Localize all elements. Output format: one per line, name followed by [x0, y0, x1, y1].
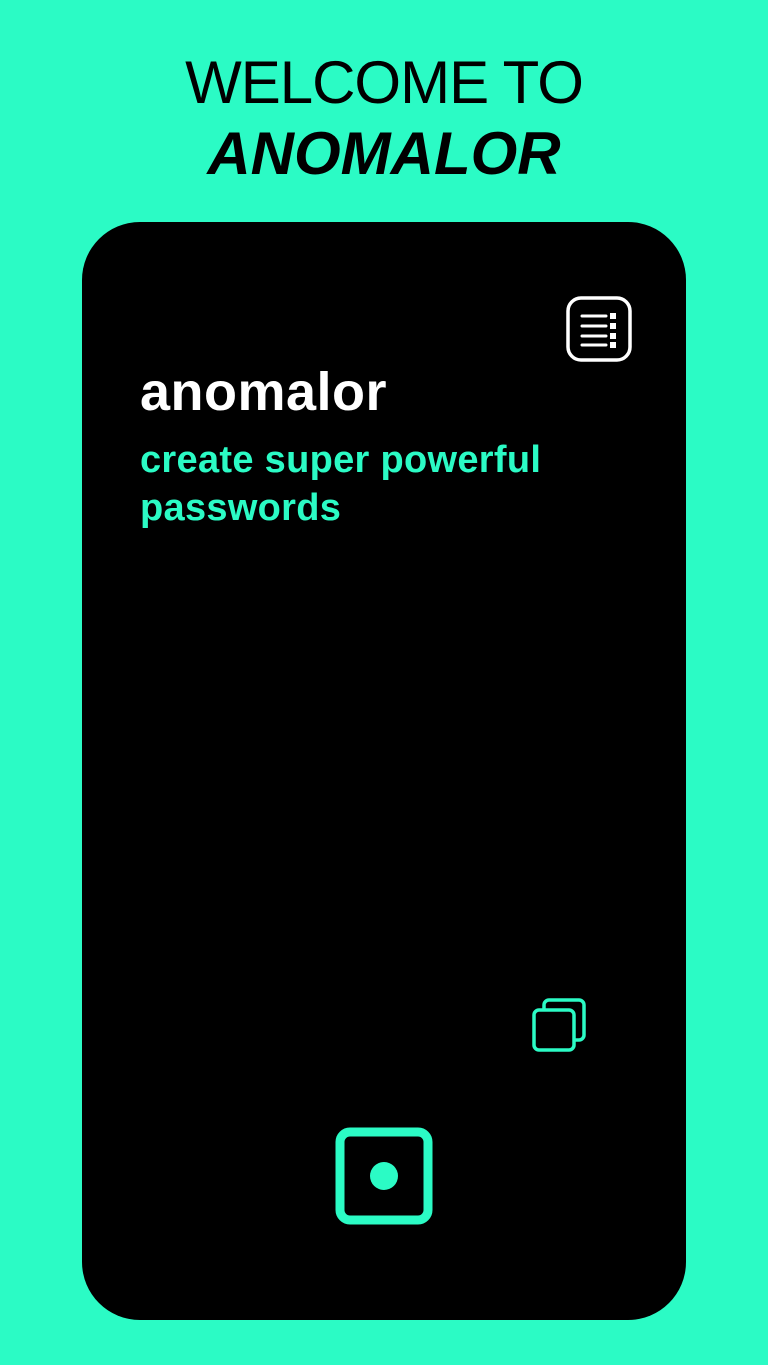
app-tagline: create super powerful passwords [140, 439, 542, 529]
menu-button[interactable] [566, 296, 632, 362]
copy-icon [530, 996, 590, 1056]
list-menu-icon [566, 296, 632, 362]
app-title: anomalor [140, 362, 388, 422]
welcome-headline: WELCOME TO ANOMALOR [0, 48, 768, 190]
app-card: anomalor create super powerful passwords [82, 222, 686, 1320]
brand-line: ANOMALOR [207, 120, 561, 187]
copy-button[interactable] [530, 996, 590, 1056]
generate-password-button[interactable] [334, 1126, 434, 1226]
welcome-line: WELCOME TO [185, 49, 584, 116]
dice-icon [334, 1126, 434, 1226]
